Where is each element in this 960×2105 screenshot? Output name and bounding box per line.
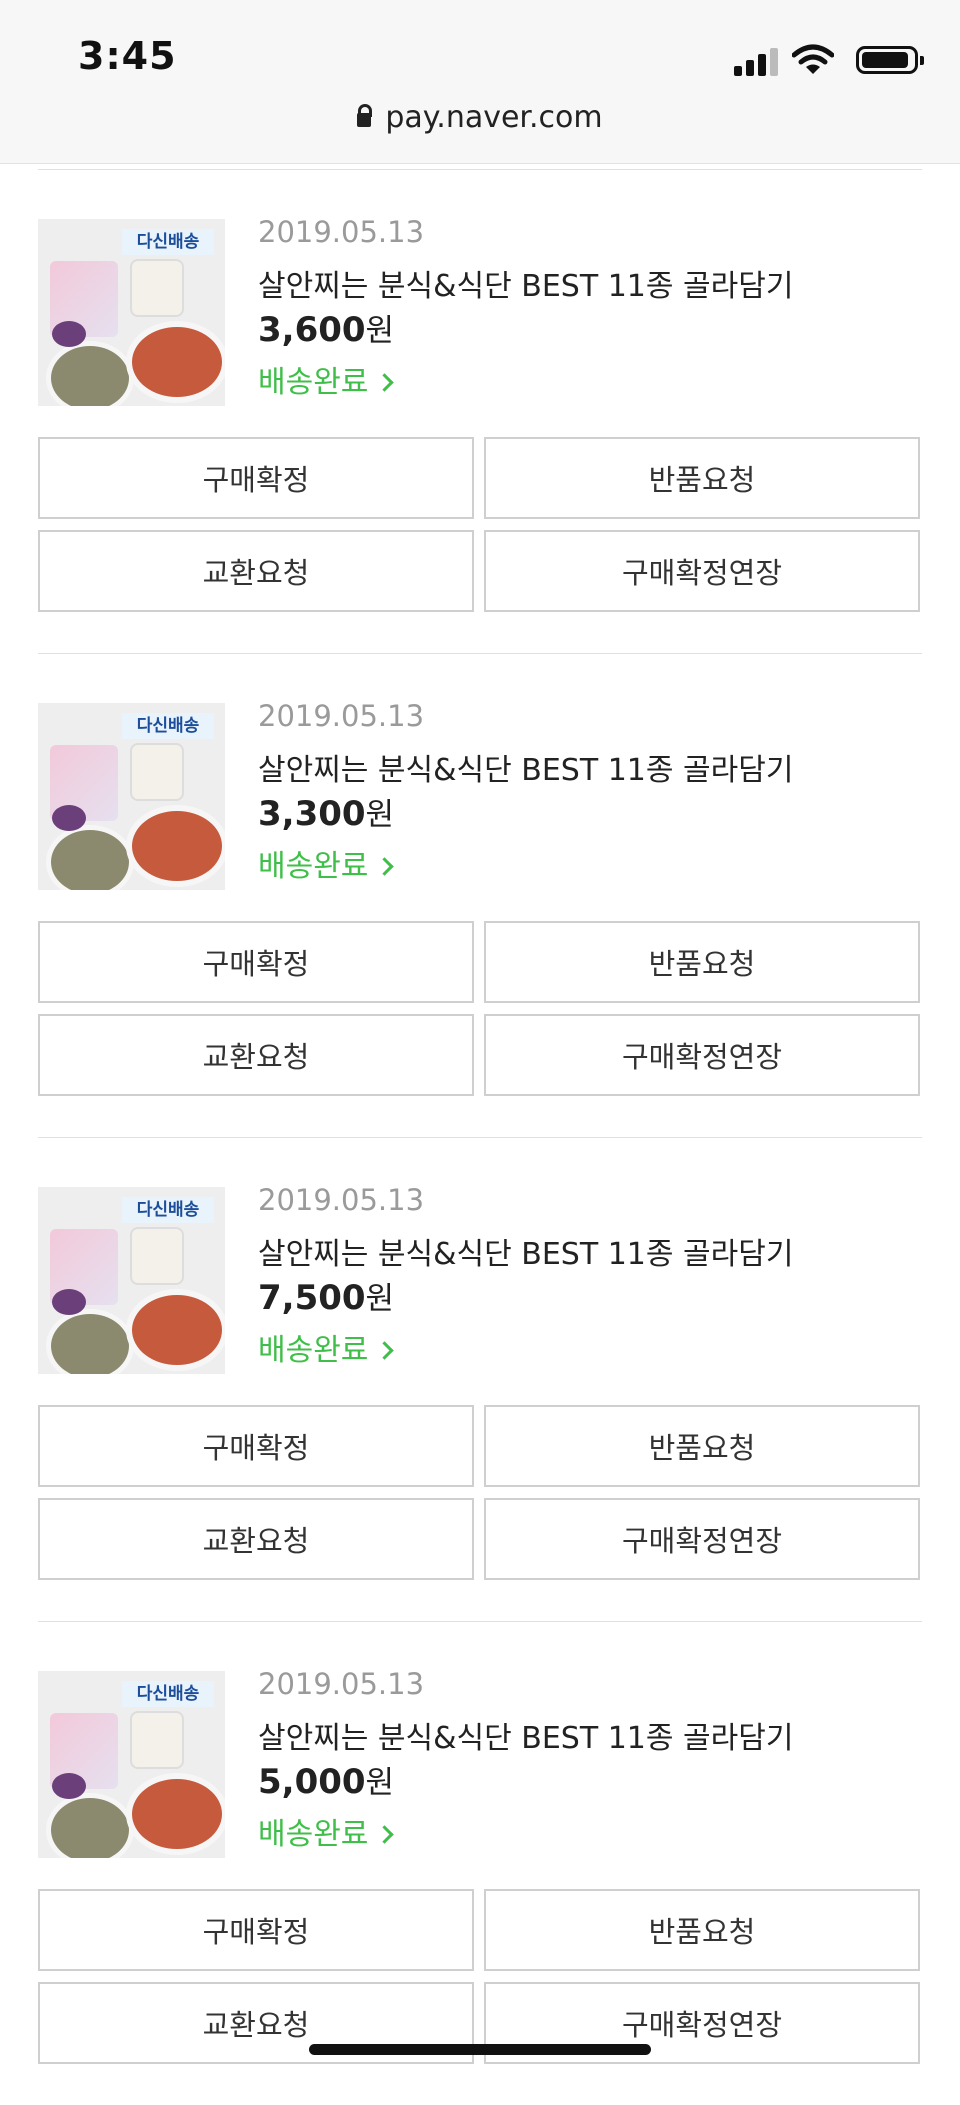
divider bbox=[38, 1621, 922, 1622]
divider bbox=[38, 653, 922, 654]
home-indicator[interactable] bbox=[309, 2044, 651, 2055]
order-date: 2019.05.13 bbox=[258, 1183, 425, 1217]
order-price: 5,000원 bbox=[258, 1757, 394, 1802]
delivery-status-link[interactable]: 배송완료 bbox=[258, 841, 395, 885]
order-date: 2019.05.13 bbox=[258, 215, 425, 249]
chevron-right-icon bbox=[375, 1341, 395, 1360]
divider bbox=[38, 1137, 922, 1138]
chevron-right-icon bbox=[375, 373, 395, 392]
return-request-button[interactable]: 반품요청 bbox=[484, 1405, 920, 1487]
price-value: 3,600 bbox=[258, 310, 366, 350]
url-text: pay.naver.com bbox=[385, 100, 603, 135]
delivery-status-link[interactable]: 배송완료 bbox=[258, 1809, 395, 1853]
exchange-request-button[interactable]: 교환요청 bbox=[38, 530, 474, 612]
order-date: 2019.05.13 bbox=[258, 699, 425, 733]
price-currency: 원 bbox=[365, 1765, 395, 1801]
order-price: 3,300원 bbox=[258, 789, 394, 834]
signal-icon bbox=[734, 48, 780, 76]
product-thumbnail[interactable]: 다신배송 bbox=[38, 703, 225, 890]
extend-confirmation-button[interactable]: 구매확정연장 bbox=[484, 530, 920, 612]
status-time: 3:45 bbox=[78, 34, 177, 78]
extend-confirmation-button[interactable]: 구매확정연장 bbox=[484, 1014, 920, 1096]
price-currency: 원 bbox=[365, 1281, 395, 1317]
confirm-purchase-button[interactable]: 구매확정 bbox=[38, 1889, 474, 1971]
return-request-button[interactable]: 반품요청 bbox=[484, 437, 920, 519]
product-thumbnail[interactable]: 다신배송 bbox=[38, 219, 225, 406]
delivery-status-label: 배송완료 bbox=[258, 1817, 369, 1852]
order-card: 다신배송 2019.05.13 살안찌는 분식&식단 BEST 11종 골라담기… bbox=[0, 1137, 960, 1621]
order-list: 다신배송 2019.05.13 살안찌는 분식&식단 BEST 11종 골라담기… bbox=[0, 169, 960, 2105]
battery-icon bbox=[856, 46, 924, 74]
price-value: 3,300 bbox=[258, 794, 366, 834]
order-price: 3,600원 bbox=[258, 305, 394, 350]
product-title[interactable]: 살안찌는 분식&식단 BEST 11종 골라담기 bbox=[258, 745, 793, 789]
order-price: 7,500원 bbox=[258, 1273, 394, 1318]
chevron-right-icon bbox=[375, 857, 395, 876]
order-card: 다신배송 2019.05.13 살안찌는 분식&식단 BEST 11종 골라담기… bbox=[0, 1621, 960, 2105]
order-card: 다신배송 2019.05.13 살안찌는 분식&식단 BEST 11종 골라담기… bbox=[0, 653, 960, 1137]
browser-top-bar: 3:45 pay.naver.com bbox=[0, 0, 960, 164]
product-thumbnail[interactable]: 다신배송 bbox=[38, 1187, 225, 1374]
product-thumbnail[interactable]: 다신배송 bbox=[38, 1671, 225, 1858]
confirm-purchase-button[interactable]: 구매확정 bbox=[38, 921, 474, 1003]
product-title[interactable]: 살안찌는 분식&식단 BEST 11종 골라담기 bbox=[258, 1713, 793, 1757]
delivery-status-label: 배송완료 bbox=[258, 1333, 369, 1368]
chevron-right-icon bbox=[375, 1825, 395, 1844]
return-request-button[interactable]: 반품요청 bbox=[484, 1889, 920, 1971]
url-bar[interactable]: pay.naver.com bbox=[0, 100, 960, 135]
delivery-status-link[interactable]: 배송완료 bbox=[258, 1325, 395, 1369]
confirm-purchase-button[interactable]: 구매확정 bbox=[38, 1405, 474, 1487]
thumbnail-brand-label: 다신배송 bbox=[122, 229, 214, 255]
thumbnail-brand-label: 다신배송 bbox=[122, 1197, 214, 1223]
product-title[interactable]: 살안찌는 분식&식단 BEST 11종 골라담기 bbox=[258, 1229, 793, 1273]
thumbnail-brand-label: 다신배송 bbox=[122, 713, 214, 739]
price-currency: 원 bbox=[365, 313, 395, 349]
thumbnail-brand-label: 다신배송 bbox=[122, 1681, 214, 1707]
extend-confirmation-button[interactable]: 구매확정연장 bbox=[484, 1498, 920, 1580]
delivery-status-label: 배송완료 bbox=[258, 365, 369, 400]
price-value: 5,000 bbox=[258, 1762, 366, 1802]
order-card: 다신배송 2019.05.13 살안찌는 분식&식단 BEST 11종 골라담기… bbox=[0, 169, 960, 653]
lock-icon bbox=[357, 104, 373, 127]
product-title[interactable]: 살안찌는 분식&식단 BEST 11종 골라담기 bbox=[258, 261, 793, 305]
confirm-purchase-button[interactable]: 구매확정 bbox=[38, 437, 474, 519]
wifi-icon bbox=[792, 44, 834, 74]
delivery-status-label: 배송완료 bbox=[258, 849, 369, 884]
exchange-request-button[interactable]: 교환요청 bbox=[38, 1498, 474, 1580]
price-value: 7,500 bbox=[258, 1278, 366, 1318]
exchange-request-button[interactable]: 교환요청 bbox=[38, 1014, 474, 1096]
divider bbox=[38, 169, 922, 170]
order-date: 2019.05.13 bbox=[258, 1667, 425, 1701]
return-request-button[interactable]: 반품요청 bbox=[484, 921, 920, 1003]
price-currency: 원 bbox=[365, 797, 395, 833]
delivery-status-link[interactable]: 배송완료 bbox=[258, 357, 395, 401]
